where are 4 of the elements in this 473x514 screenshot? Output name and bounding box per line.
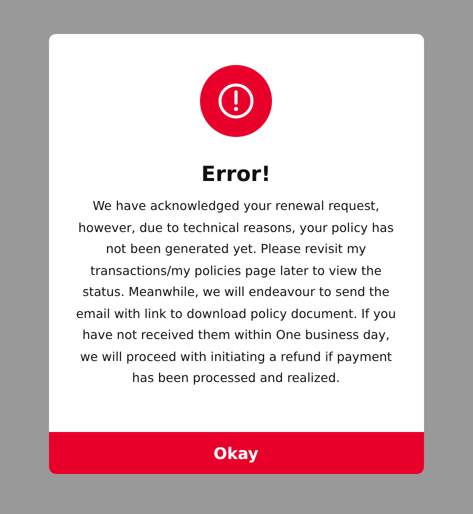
error-message: We have acknowledged your renewal request, however, due to technical reasons, your policy has not been generated yet. Please revisit my transactions/my policies page later to view the status. Meanwhile, we will endeavour to send the email with link to download policy document. If you have not received them within One business day, we will proceed with initiating a refund if payment has been processed and realized. (76, 197, 396, 387)
okay-button[interactable]: Okay (48, 432, 424, 474)
error-icon (200, 65, 272, 137)
dialog-title: Error! (201, 162, 271, 186)
